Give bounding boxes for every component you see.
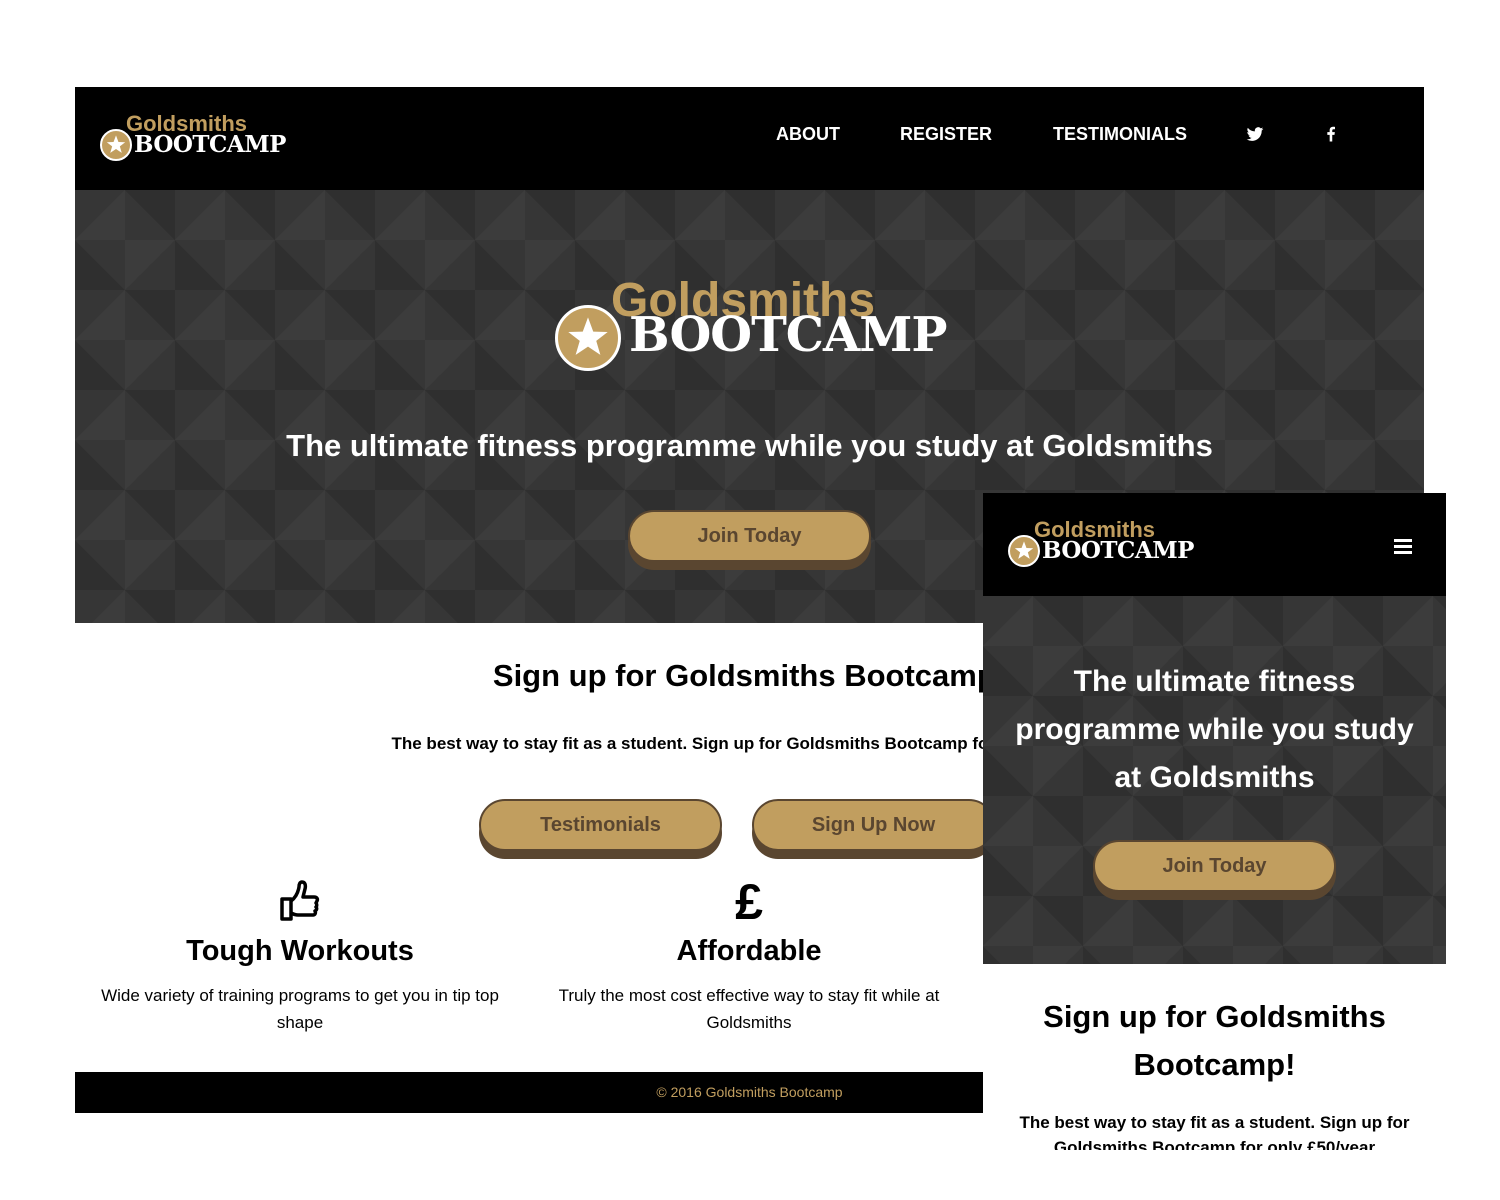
nav-menu: ABOUT REGISTER TESTIMONIALS xyxy=(724,87,1424,190)
pound-sign-icon: £ xyxy=(735,874,763,930)
facebook-icon[interactable] xyxy=(1321,124,1343,146)
feature-title: Affordable xyxy=(676,935,822,967)
mobile-navbar: Goldsmiths BOOTCAMP xyxy=(983,493,1446,596)
nav-about[interactable]: ABOUT xyxy=(776,124,840,145)
join-today-button[interactable]: Join Today xyxy=(628,510,871,562)
mobile-join-today-button[interactable]: Join Today xyxy=(1093,840,1336,892)
nav-register[interactable]: REGISTER xyxy=(900,124,992,145)
hero-tagline: The ultimate fitness programme while you… xyxy=(286,428,1213,463)
feature-tough-workouts: Tough Workouts Wide variety of training … xyxy=(100,877,500,1036)
testimonials-button[interactable]: Testimonials xyxy=(479,799,722,851)
star-icon xyxy=(1008,535,1040,567)
hero-logo-text-bootcamp: BOOTCAMP xyxy=(629,307,947,363)
nav-testimonials[interactable]: TESTIMONIALS xyxy=(1053,124,1187,145)
navbar: Goldsmiths BOOTCAMP ABOUT REGISTER TESTI… xyxy=(75,87,1424,190)
twitter-icon[interactable] xyxy=(1245,124,1267,146)
thumbs-up-icon xyxy=(100,877,500,927)
hamburger-menu-icon[interactable] xyxy=(1394,539,1412,554)
sign-up-now-button[interactable]: Sign Up Now xyxy=(752,799,995,851)
logo-text-bootcamp: BOOTCAMP xyxy=(134,131,286,158)
feature-text: Truly the most cost effective way to sta… xyxy=(558,986,940,1032)
hero-logo: Goldsmiths BOOTCAMP xyxy=(555,273,947,373)
mobile-signup-title: Sign up for Goldsmiths Bootcamp! xyxy=(1043,999,1386,1082)
navbar-logo[interactable]: Goldsmiths BOOTCAMP xyxy=(100,111,286,163)
mobile-navbar-logo[interactable]: Goldsmiths BOOTCAMP xyxy=(1008,517,1194,569)
mobile-hero-tagline: The ultimate fitness programme while you… xyxy=(1015,665,1414,794)
feature-affordable: £ Affordable Truly the most cost effecti… xyxy=(549,877,949,1036)
feature-title: Tough Workouts xyxy=(186,935,414,967)
feature-text: Wide variety of training programs to get… xyxy=(101,986,499,1032)
mobile-hero-section: The ultimate fitness programme while you… xyxy=(983,596,1446,964)
star-icon xyxy=(100,129,132,161)
hero-star-icon xyxy=(555,305,621,371)
mobile-signup-subtitle: The best way to stay fit as a student. S… xyxy=(1019,1113,1410,1150)
mobile-view: Goldsmiths BOOTCAMP The ultimate fitness… xyxy=(983,493,1446,1150)
logo-text-bootcamp: BOOTCAMP xyxy=(1042,537,1194,564)
